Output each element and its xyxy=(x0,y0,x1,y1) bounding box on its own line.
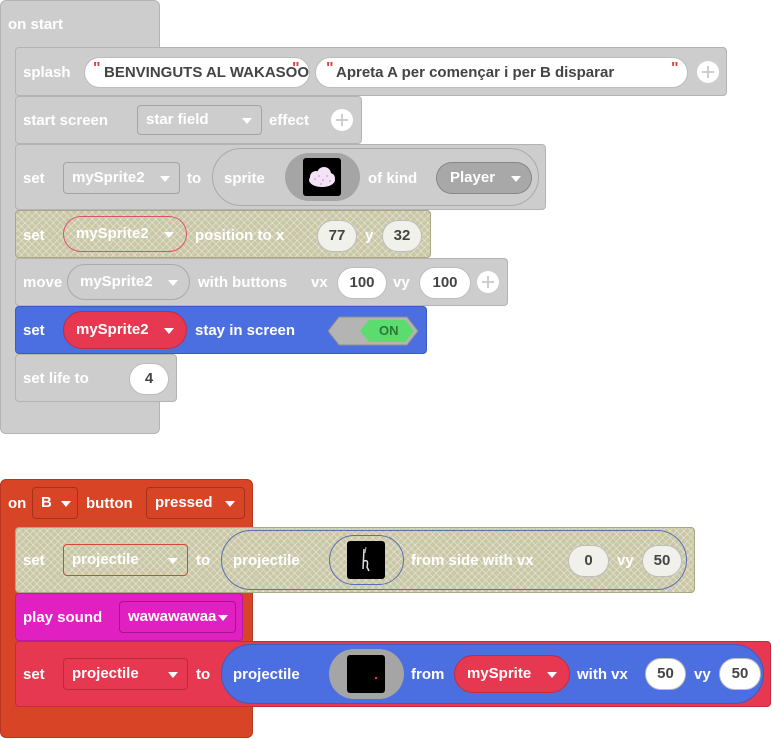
from-side-text: from side with vx xyxy=(411,552,534,569)
of-kind-label: of kind xyxy=(368,170,418,187)
vx-input[interactable]: 0 xyxy=(568,545,609,577)
variable-dropdown[interactable]: mySprite2 xyxy=(63,311,187,349)
vy-input[interactable]: 100 xyxy=(419,267,471,299)
caret-down-icon xyxy=(61,501,71,507)
vy-input[interactable]: 50 xyxy=(642,545,682,577)
projectile-image-picker[interactable] xyxy=(329,535,404,585)
sprite-label: sprite xyxy=(224,170,265,187)
button-value: B xyxy=(41,494,52,511)
caret-down-icon xyxy=(168,558,178,564)
cloud-sprite-icon xyxy=(303,158,341,196)
set-label: set xyxy=(23,552,45,569)
event-dropdown[interactable]: pressed xyxy=(146,487,245,519)
caret-down-icon xyxy=(164,328,174,334)
vy-label: vy xyxy=(617,552,634,569)
variable-dropdown[interactable]: projectile xyxy=(63,658,188,690)
sound-value: wawawawaa xyxy=(128,608,217,625)
stay-text: stay in screen xyxy=(195,322,296,339)
position-text: position to x xyxy=(195,227,285,244)
splash-title-field[interactable]: " BENVINGUTS AL WAKASOOUNDS " xyxy=(84,57,310,88)
y-label: y xyxy=(365,227,374,244)
caret-down-icon xyxy=(242,118,252,124)
variable-value: mySprite2 xyxy=(80,273,153,290)
to-label: to xyxy=(196,552,211,569)
from-label: from xyxy=(411,666,445,683)
effect-dropdown[interactable]: star field xyxy=(137,105,262,135)
variable-value: projectile xyxy=(72,665,139,682)
x-input[interactable]: 77 xyxy=(317,220,357,252)
toggle-switch[interactable]: ON xyxy=(327,316,419,346)
projectile-label: projectile xyxy=(233,666,300,683)
caret-down-icon xyxy=(547,672,557,678)
vy-label: vy xyxy=(694,666,711,683)
vx-label: vx xyxy=(311,274,328,291)
vy-input[interactable]: 50 xyxy=(719,658,761,690)
effect-value: star field xyxy=(146,111,209,128)
to-label: to xyxy=(187,170,202,187)
sound-dropdown[interactable]: wawawawaa xyxy=(119,601,236,633)
set-life-label: set life to xyxy=(23,370,89,387)
caret-down-icon xyxy=(218,615,228,621)
vx-input[interactable]: 100 xyxy=(337,267,387,299)
event-value: pressed xyxy=(155,494,213,511)
kind-dropdown[interactable]: Player xyxy=(436,162,532,194)
splash-title-text: BENVINGUTS AL WAKASOOUNDS xyxy=(104,64,310,81)
variable-value: mySprite2 xyxy=(76,225,149,242)
with-vx-text: with vx xyxy=(577,666,628,683)
set-label: set xyxy=(23,666,45,683)
plus-icon[interactable] xyxy=(331,109,353,131)
variable-value: mySprite2 xyxy=(76,321,149,338)
projectile-label: projectile xyxy=(233,552,300,569)
to-label: to xyxy=(196,666,211,683)
projectile-image-picker[interactable] xyxy=(329,649,404,699)
sprite-image-picker[interactable] xyxy=(285,153,360,201)
set-label: set xyxy=(23,170,45,187)
variable-dropdown[interactable]: mySprite2 xyxy=(63,162,180,194)
variable-value: projectile xyxy=(72,551,139,568)
from-sprite-value: mySprite xyxy=(467,665,532,682)
vy-label: vy xyxy=(393,274,410,291)
kind-value: Player xyxy=(450,169,496,186)
caret-down-icon xyxy=(225,501,235,507)
set-label: set xyxy=(23,322,45,339)
on-label: on xyxy=(8,495,27,512)
variable-dropdown[interactable]: projectile xyxy=(63,544,188,576)
start-screen-label: start screen xyxy=(23,112,109,129)
plus-icon[interactable] xyxy=(477,271,499,293)
from-sprite-dropdown[interactable]: mySprite xyxy=(454,655,570,693)
life-input[interactable]: 4 xyxy=(129,363,169,395)
projectile-sprite-icon xyxy=(347,541,385,579)
splash-subtitle-text: Apreta A per començar i per B disparar xyxy=(336,64,615,81)
button-label: button xyxy=(86,495,133,512)
splash-subtitle-field[interactable]: " Apreta A per començar i per B disparar… xyxy=(315,57,688,88)
move-label: move xyxy=(23,274,63,291)
caret-down-icon xyxy=(164,232,174,238)
play-sound-label: play sound xyxy=(23,609,103,626)
on-start-header: on start xyxy=(8,16,64,33)
splash-label: splash xyxy=(23,64,71,81)
variable-dropdown[interactable]: mySprite2 xyxy=(67,264,190,300)
variable-dropdown[interactable]: mySprite2 xyxy=(63,216,187,252)
vx-input[interactable]: 50 xyxy=(645,658,686,690)
with-buttons-text: with buttons xyxy=(198,274,288,291)
effect-suffix: effect xyxy=(269,112,310,129)
toggle-label: ON xyxy=(379,323,399,338)
variable-value: mySprite2 xyxy=(72,169,145,186)
button-dropdown[interactable]: B xyxy=(32,487,78,519)
caret-down-icon xyxy=(160,176,170,182)
plus-icon[interactable] xyxy=(697,61,719,83)
projectile-sprite-icon xyxy=(347,655,385,693)
set-label: set xyxy=(23,227,45,244)
caret-down-icon xyxy=(168,672,178,678)
caret-down-icon xyxy=(168,280,178,286)
y-input[interactable]: 32 xyxy=(382,220,422,252)
caret-down-icon xyxy=(511,176,521,182)
